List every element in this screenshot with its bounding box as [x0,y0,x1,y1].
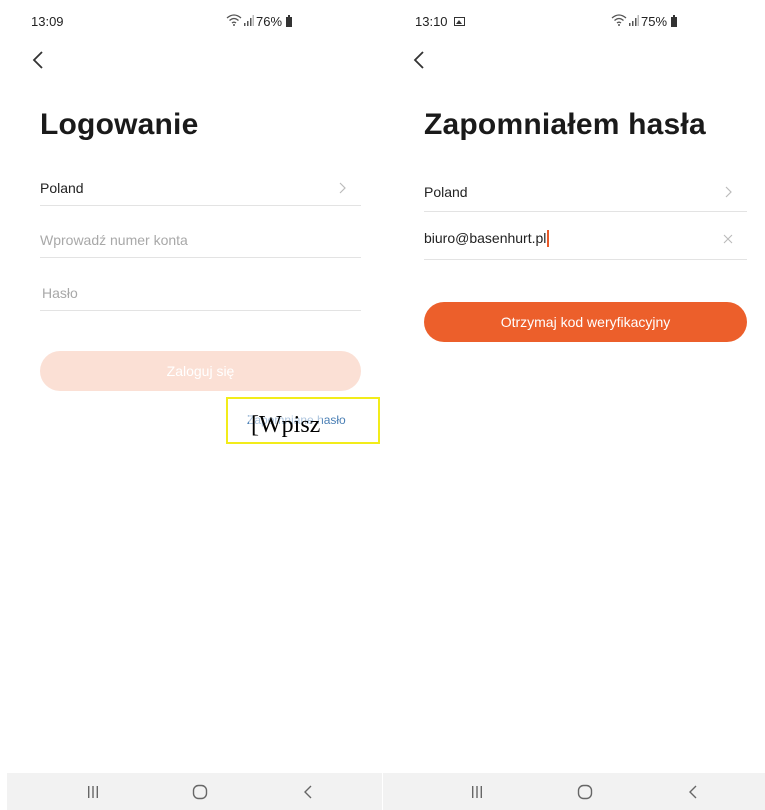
status-time: 13:09 [31,14,64,29]
home-button[interactable] [565,773,605,810]
close-icon [723,234,733,243]
status-indicators: 75% [611,14,678,29]
recents-button[interactable] [457,773,497,810]
battery-percent: 75% [641,14,668,29]
login-button[interactable]: Zaloguj się [40,351,361,391]
status-indicators: 76% [226,14,293,29]
text-cursor [547,230,549,248]
forgot-password-screen: 13:10 75% Zapomniałem hasła Poland biuro… [383,0,765,810]
password-field[interactable]: Hasło [40,275,361,311]
back-button[interactable] [26,48,50,72]
chevron-right-icon [335,181,349,195]
country-selector[interactable]: Poland [40,170,361,206]
system-back-button[interactable] [288,773,328,810]
battery-percent: 76% [256,14,283,29]
system-back-button[interactable] [673,773,713,810]
image-icon [453,17,465,26]
chevron-left-icon [413,51,424,69]
get-verification-code-button[interactable]: Otrzymaj kod weryfikacyjny [424,302,747,342]
battery-icon [671,14,678,27]
status-bar: 13:10 75% [383,0,765,44]
back-button[interactable] [407,48,431,72]
chevron-right-icon [721,185,735,199]
home-icon [577,784,593,799]
wifi-icon [611,14,627,29]
recents-icon [472,785,482,798]
status-time-text: 13:10 [415,14,448,29]
clear-button[interactable] [721,232,735,246]
back-icon [304,785,312,798]
status-time: 13:10 [415,14,465,29]
login-screen: 13:09 76% Logowanie Poland Wprowadź nume… [0,0,382,810]
navigation-bar [7,773,382,810]
signal-icon [629,14,639,29]
country-value: Poland [424,183,468,200]
overlay-text: [Wpisz [249,410,323,440]
country-selector[interactable]: Poland [424,172,747,212]
email-value: biuro@basenhurt.pl [424,230,721,248]
email-field[interactable]: biuro@basenhurt.pl [424,218,747,260]
page-title: Zapomniałem hasła [424,108,706,141]
signal-icon [244,14,254,29]
password-placeholder: Hasło [42,284,78,301]
home-button[interactable] [180,773,220,810]
wifi-icon [226,14,242,29]
account-number-placeholder: Wprowadź numer konta [40,231,188,248]
email-text: biuro@basenhurt.pl [424,229,547,246]
chevron-left-icon [32,51,43,69]
country-value: Poland [40,179,84,196]
recents-icon [88,785,98,798]
page-title: Logowanie [40,108,199,141]
recents-button[interactable] [73,773,113,810]
account-number-field[interactable]: Wprowadź numer konta [40,222,361,258]
back-icon [689,785,697,798]
status-bar: 13:09 76% [0,0,382,44]
page: 13:09 76% Logowanie Poland Wprowadź nume… [0,0,765,810]
battery-icon [286,14,293,27]
navigation-bar [383,773,765,810]
home-icon [192,784,208,799]
